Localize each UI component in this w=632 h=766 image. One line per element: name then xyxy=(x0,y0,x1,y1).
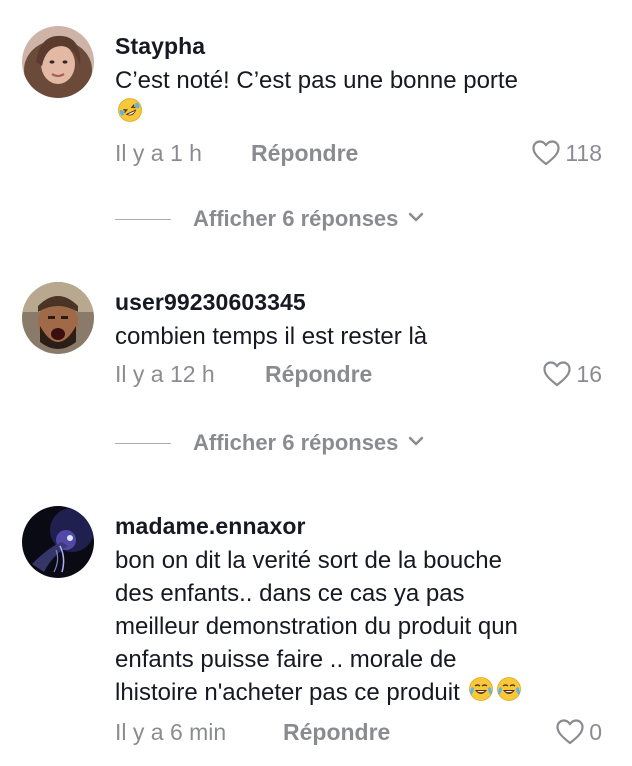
divider-line xyxy=(115,442,171,444)
like-button[interactable]: 16 xyxy=(542,357,602,391)
like-button[interactable]: 118 xyxy=(531,136,602,170)
comment-time: Il y a 12 h xyxy=(115,361,215,387)
comment-meta: Il y a 6 min Répondre 0 xyxy=(115,715,602,749)
like-count: 16 xyxy=(576,361,602,387)
chevron-down-icon xyxy=(408,434,424,452)
comment-text: bon on dit la verité sort de la bouche d… xyxy=(115,544,602,711)
comment-text: C’est noté! C’est pas une bonne porte xyxy=(115,64,602,132)
chevron-down-icon xyxy=(408,210,424,228)
comment-time: Il y a 1 h xyxy=(115,140,202,167)
comment-time: Il y a 6 min xyxy=(115,719,227,746)
reply-button[interactable]: Répondre xyxy=(283,715,390,749)
view-replies-label: Afficher 6 réponses xyxy=(193,206,399,231)
tears-of-joy-emoji-icon xyxy=(496,676,522,711)
reply-button[interactable]: Répondre xyxy=(265,357,372,391)
like-count: 118 xyxy=(565,140,602,167)
avatar[interactable] xyxy=(22,282,94,354)
heart-icon xyxy=(543,361,572,387)
comment-username[interactable]: Staypha xyxy=(115,32,602,60)
tears-of-joy-emoji-icon xyxy=(468,676,494,711)
reply-button[interactable]: Répondre xyxy=(251,136,358,170)
comment-username[interactable]: madame.ennaxor xyxy=(115,512,602,540)
comment-text: combien temps il est rester là xyxy=(115,323,428,350)
view-replies-button[interactable]: Afficher 6 réponses xyxy=(115,202,424,236)
heart-icon xyxy=(556,719,584,745)
avatar[interactable] xyxy=(22,506,94,578)
avatar[interactable] xyxy=(22,26,94,98)
heart-icon xyxy=(532,140,560,166)
rolling-laughing-emoji-icon xyxy=(117,97,143,132)
divider-line xyxy=(115,218,171,220)
view-replies-label: Afficher 6 réponses xyxy=(193,430,399,455)
like-count: 0 xyxy=(589,719,602,746)
comment-username[interactable]: user99230603345 xyxy=(115,288,602,316)
view-replies-button[interactable]: Afficher 6 réponses xyxy=(115,426,424,460)
comment-meta: Il y a 12 h Répondre 16 xyxy=(115,357,602,391)
like-button[interactable]: 0 xyxy=(555,715,602,749)
comment-meta: Il y a 1 h Répondre 118 xyxy=(115,136,602,170)
